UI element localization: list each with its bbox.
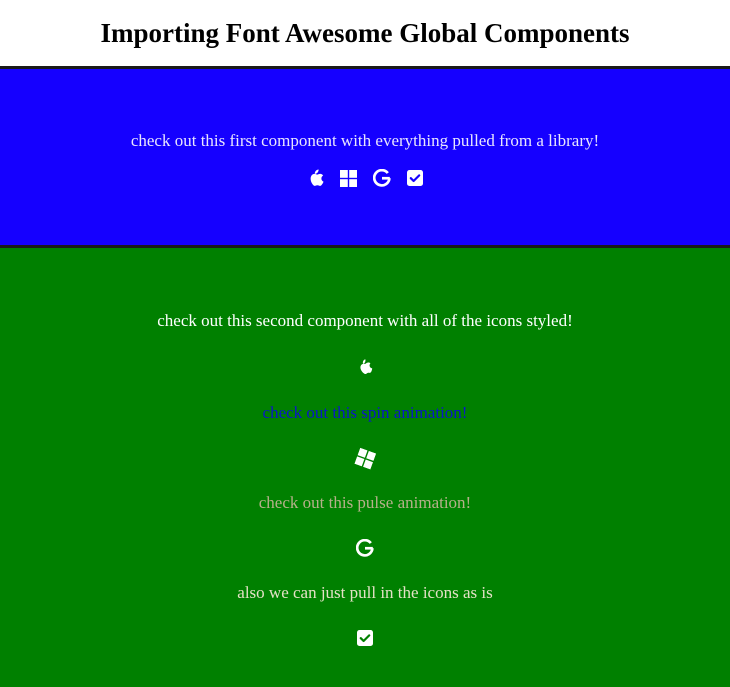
square-check-icon [356, 629, 374, 647]
plain-icons-text: also we can just pull in the icons as is [237, 583, 493, 602]
windows-icon-spin [0, 447, 730, 469]
page-header: Importing Font Awesome Global Components [0, 0, 730, 66]
second-component: check out this second component with all… [0, 248, 730, 687]
apple-icon [354, 356, 376, 378]
windows-icon [353, 446, 376, 469]
first-component: check out this first component with ever… [0, 69, 730, 245]
square-check-icon [406, 169, 424, 187]
google-icon [356, 539, 374, 557]
second-component-text: check out this second component with all… [157, 311, 573, 330]
page: Importing Font Awesome Global Components… [0, 0, 730, 687]
apple-icon-styled [0, 356, 730, 378]
spin-animation-text: check out this spin animation! [262, 403, 468, 422]
page-title: Importing Font Awesome Global Components [100, 17, 630, 48]
first-component-text: check out this first component with ever… [130, 131, 600, 150]
first-component-icon-row [0, 168, 730, 188]
google-icon [372, 169, 391, 187]
google-icon-pulse [0, 537, 730, 559]
pulse-animation-text: check out this pulse animation! [258, 493, 472, 512]
apple-icon [307, 169, 325, 187]
square-check-icon-plain [0, 627, 730, 649]
windows-icon [340, 169, 358, 187]
